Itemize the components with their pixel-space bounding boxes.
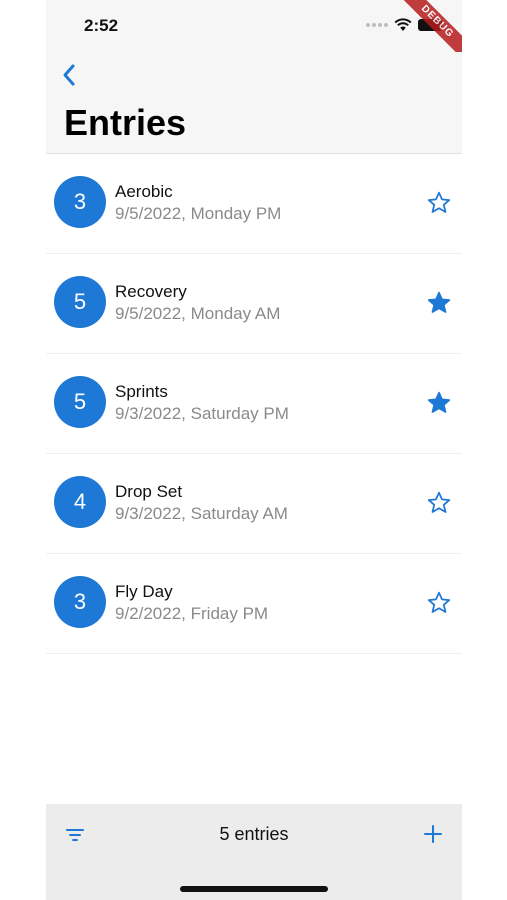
navigation-bar: Entries (46, 52, 462, 154)
list-item[interactable]: 3 Fly Day 9/2/2022, Friday PM (46, 554, 462, 654)
entry-title: Fly Day (115, 582, 173, 601)
star-outline-icon[interactable] (426, 190, 452, 216)
star-filled-icon[interactable] (426, 390, 452, 416)
status-time: 2:52 (84, 16, 119, 35)
entry-date: 9/3/2022, Saturday PM (115, 404, 289, 423)
entry-number-badge: 3 (54, 576, 106, 628)
star-outline-icon[interactable] (426, 590, 452, 616)
list-item[interactable]: 5 Sprints 9/3/2022, Saturday PM (46, 354, 462, 454)
entry-number-badge: 5 (54, 376, 106, 428)
add-icon[interactable] (422, 823, 444, 845)
entry-date: 9/5/2022, Monday AM (115, 304, 281, 323)
list-item[interactable]: 5 Recovery 9/5/2022, Monday AM (46, 254, 462, 354)
home-indicator[interactable] (180, 886, 328, 892)
list-item[interactable]: 3 Aerobic 9/5/2022, Monday PM (46, 154, 462, 254)
cellular-signal-icon (366, 23, 388, 27)
status-bar: 2:52 DEBUG (46, 0, 462, 67)
page-title: Entries (64, 102, 187, 143)
star-filled-icon[interactable] (426, 290, 452, 316)
entries-list: 3 Aerobic 9/5/2022, Monday PM 5 Recovery… (46, 154, 462, 654)
entry-title: Drop Set (115, 482, 183, 501)
entry-title: Aerobic (115, 182, 173, 201)
bottom-toolbar: 5 entries (46, 804, 462, 900)
app-screen: 2:52 DEBUG Entries 3 Aerobic 9/5/2022, M… (46, 0, 462, 900)
entry-date: 9/2/2022, Friday PM (115, 604, 269, 623)
entry-title: Recovery (115, 282, 187, 301)
wifi-icon (394, 18, 412, 31)
entry-number-badge: 4 (54, 476, 106, 528)
list-item[interactable]: 4 Drop Set 9/3/2022, Saturday AM (46, 454, 462, 554)
entry-count-label: 5 entries (219, 824, 289, 844)
entry-number-badge: 3 (54, 176, 106, 228)
entry-title: Sprints (115, 382, 168, 401)
entry-date: 9/5/2022, Monday PM (115, 204, 282, 223)
star-outline-icon[interactable] (426, 490, 452, 516)
entry-number-badge: 5 (54, 276, 106, 328)
back-chevron-icon[interactable] (58, 60, 80, 90)
entry-date: 9/3/2022, Saturday AM (115, 504, 288, 523)
